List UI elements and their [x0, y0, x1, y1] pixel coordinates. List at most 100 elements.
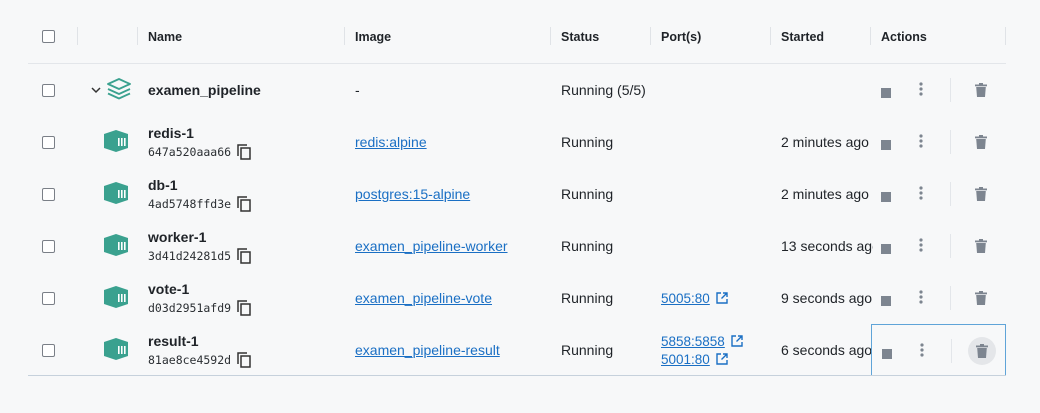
- container-name[interactable]: redis-1: [148, 125, 251, 141]
- container-icon: [103, 181, 129, 207]
- more-vertical-icon[interactable]: [919, 290, 923, 309]
- header-status[interactable]: Status: [561, 10, 599, 63]
- external-link-icon[interactable]: [731, 335, 743, 347]
- trash-icon[interactable]: [968, 337, 996, 365]
- port-link[interactable]: 5858:5858: [661, 334, 725, 349]
- group-image: -: [355, 82, 360, 98]
- group-name[interactable]: examen_pipeline: [148, 82, 261, 98]
- container-status: Running: [561, 186, 614, 202]
- copy-icon[interactable]: [237, 351, 251, 368]
- containers-table: Name Image Status Port(s) Started Action…: [28, 10, 1006, 376]
- row-checkbox[interactable]: [42, 135, 55, 149]
- more-vertical-icon[interactable]: [920, 343, 924, 362]
- header-divider: [650, 27, 651, 45]
- container-icon: [103, 233, 129, 259]
- trash-icon[interactable]: [967, 284, 995, 312]
- stop-icon[interactable]: [881, 85, 891, 103]
- trash-icon[interactable]: [967, 128, 995, 156]
- table-header: Name Image Status Port(s) Started Action…: [28, 10, 1006, 64]
- header-ports[interactable]: Port(s): [661, 10, 701, 63]
- group-row[interactable]: examen_pipeline - Running (5/5): [28, 64, 1006, 116]
- image-link[interactable]: examen_pipeline-worker: [355, 238, 508, 254]
- header-divider: [344, 27, 345, 45]
- action-divider: [950, 130, 951, 154]
- container-icon: [103, 337, 129, 363]
- external-link-icon[interactable]: [716, 353, 728, 365]
- image-link[interactable]: examen_pipeline-result: [355, 342, 500, 358]
- header-divider: [137, 27, 138, 45]
- row-checkbox[interactable]: [42, 83, 55, 97]
- copy-icon[interactable]: [237, 143, 251, 160]
- stop-icon[interactable]: [881, 137, 891, 155]
- table-row[interactable]: worker-1 3d41d24281d5 examen_pipeline-wor…: [28, 220, 1006, 272]
- container-name[interactable]: result-1: [148, 333, 251, 349]
- row-checkbox[interactable]: [42, 239, 55, 253]
- stop-icon[interactable]: [882, 346, 892, 364]
- port-link[interactable]: 5005:80: [661, 291, 710, 306]
- container-name[interactable]: db-1: [148, 177, 251, 193]
- image-link[interactable]: postgres:15-alpine: [355, 186, 470, 202]
- row-actions: [871, 324, 1006, 376]
- row-actions: [871, 64, 1006, 116]
- row-actions: [871, 272, 1006, 324]
- group-status: Running (5/5): [561, 82, 646, 98]
- container-name[interactable]: vote-1: [148, 281, 251, 297]
- header-divider: [870, 27, 871, 45]
- table-bottom-border: [28, 375, 1006, 376]
- stop-icon[interactable]: [881, 241, 891, 259]
- more-vertical-icon[interactable]: [919, 82, 923, 101]
- trash-icon[interactable]: [967, 232, 995, 260]
- port-link[interactable]: 5001:80: [661, 352, 710, 367]
- image-link[interactable]: examen_pipeline-vote: [355, 290, 492, 306]
- container-status: Running: [561, 238, 614, 254]
- row-checkbox[interactable]: [42, 343, 55, 357]
- started-time: 6 seconds ago: [781, 342, 873, 358]
- container-id: 81ae8ce4592d: [148, 352, 232, 367]
- chevron-down-icon[interactable]: [90, 84, 102, 96]
- row-checkbox[interactable]: [42, 187, 55, 201]
- container-status: Running: [561, 342, 614, 358]
- table-row[interactable]: result-1 81ae8ce4592d examen_pipeline-res…: [28, 324, 1006, 376]
- stop-icon[interactable]: [881, 189, 891, 207]
- table-row[interactable]: vote-1 d03d2951afd9 examen_pipeline-vote …: [28, 272, 1006, 324]
- stop-icon[interactable]: [881, 293, 891, 311]
- header-name[interactable]: Name: [148, 10, 182, 63]
- more-vertical-icon[interactable]: [919, 186, 923, 205]
- action-divider: [950, 182, 951, 206]
- container-status: Running: [561, 134, 614, 150]
- action-divider: [950, 78, 951, 102]
- image-link[interactable]: redis:alpine: [355, 134, 427, 150]
- action-divider: [951, 339, 952, 363]
- row-actions: [871, 116, 1006, 168]
- trash-icon[interactable]: [967, 180, 995, 208]
- container-status: Running: [561, 290, 614, 306]
- more-vertical-icon[interactable]: [919, 134, 923, 153]
- started-time: 9 seconds ago: [781, 290, 873, 306]
- container-id: 647a520aaa66: [148, 144, 232, 159]
- trash-icon[interactable]: [967, 76, 995, 104]
- container-id: 4ad5748ffd3e: [148, 196, 232, 211]
- container-name[interactable]: worker-1: [148, 229, 251, 245]
- container-id: d03d2951afd9: [148, 300, 232, 315]
- table-row[interactable]: db-1 4ad5748ffd3e postgres:15-alpine Runn…: [28, 168, 1006, 220]
- header-image[interactable]: Image: [355, 10, 391, 63]
- copy-icon[interactable]: [237, 195, 251, 212]
- action-divider: [950, 234, 951, 258]
- row-actions: [871, 220, 1006, 272]
- started-time: 2 minutes ago: [781, 186, 869, 202]
- started-time: 2 minutes ago: [781, 134, 869, 150]
- table-row[interactable]: redis-1 647a520aaa66 redis:alpine Running…: [28, 116, 1006, 168]
- started-time: 13 seconds ago: [781, 238, 873, 254]
- copy-icon[interactable]: [237, 299, 251, 316]
- action-divider: [950, 286, 951, 310]
- row-checkbox[interactable]: [42, 291, 55, 305]
- copy-icon[interactable]: [237, 247, 251, 264]
- header-started[interactable]: Started: [781, 10, 824, 63]
- header-divider: [550, 27, 551, 45]
- more-vertical-icon[interactable]: [919, 238, 923, 257]
- external-link-icon[interactable]: [716, 292, 728, 304]
- row-actions: [871, 168, 1006, 220]
- header-actions: Actions: [881, 29, 927, 44]
- select-all-checkbox[interactable]: [42, 30, 55, 43]
- container-id: 3d41d24281d5: [148, 248, 232, 263]
